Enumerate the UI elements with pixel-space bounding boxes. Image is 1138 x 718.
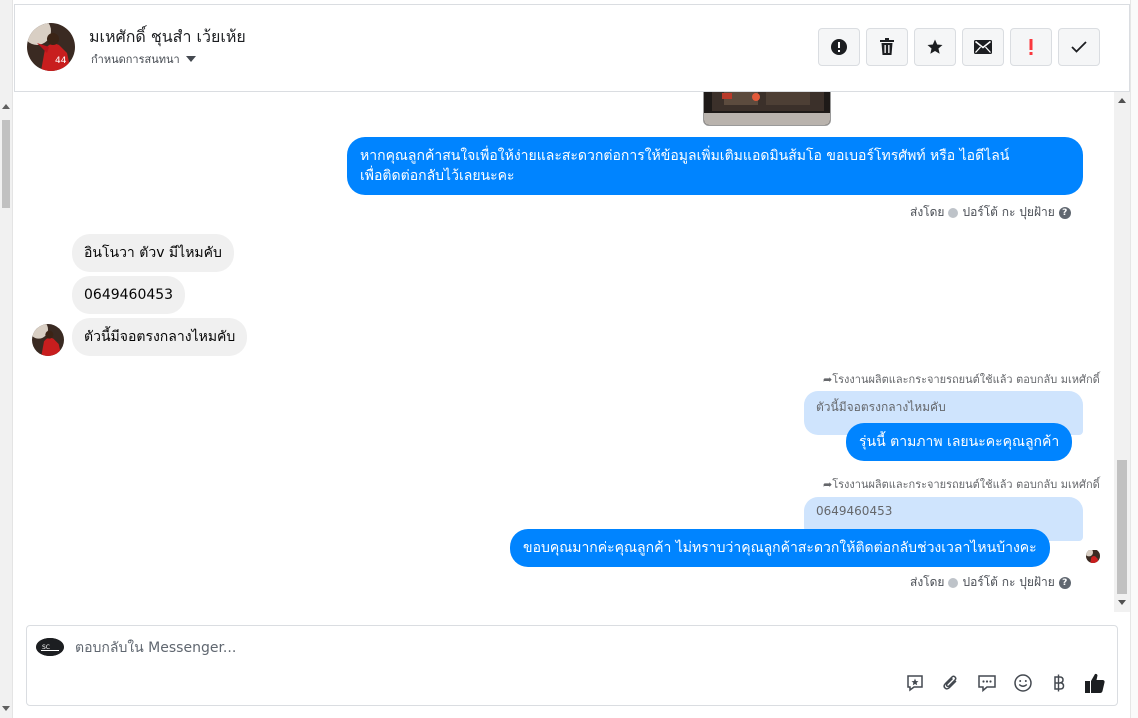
reply-context-note: ➦โรงงานผลิตและกระจายรถยนต์ใช้แล้ว ตอบกลั… [823, 475, 1100, 493]
outgoing-message[interactable]: ขอบคุณมากค่ะคุณลูกค้า ไม่ทราบว่าคุณลูกค้… [510, 529, 1050, 567]
outgoing-message[interactable]: หากคุณลูกค้าสนใจเพื่อให้ง่ายและสะดวกต่อก… [347, 137, 1083, 195]
quoted-text: ตัวนี้มีจอตรงกลางไหมคับ [816, 400, 946, 414]
incoming-message[interactable]: ตัวนี้มีจอตรงกลางไหมคับ [72, 318, 248, 356]
scroll-thumb[interactable] [1117, 460, 1127, 594]
reply-composer: SC [26, 625, 1118, 706]
message-text: หากคุณลูกค้าสนใจเพื่อให้ง่ายและสะดวกต่อก… [360, 148, 1010, 164]
saved-reply-icon [907, 675, 923, 692]
contact-avatar-small[interactable] [32, 324, 64, 356]
thread-scrollbar[interactable] [1114, 92, 1130, 612]
reply-context-note: ➦โรงงานผลิตและกระจายรถยนต์ใช้แล้ว ตอบกลั… [823, 370, 1100, 388]
mark-unread-button[interactable] [962, 28, 1004, 66]
scroll-down-arrow[interactable] [2, 706, 10, 711]
message-text: 0649460453 [84, 287, 174, 303]
attachment-icon [943, 675, 957, 690]
like-button[interactable] [1084, 672, 1106, 694]
incoming-message[interactable]: อินโนวา ตัวv มีไหมคับ [72, 234, 234, 272]
sender-name: ปอร์โต้ กะ ปุยฝ้าย [962, 205, 1055, 219]
trash-icon [880, 38, 894, 55]
saved-reply-button[interactable] [904, 672, 926, 694]
sender-name: ปอร์โต้ กะ ปุยฝ้าย [962, 575, 1055, 589]
sent-by-label: ส่งโดย [910, 205, 945, 219]
sent-by-info: ส่งโดย ปอร์โต้ กะ ปุยฝ้าย ? [910, 573, 1071, 592]
star-icon [927, 39, 943, 54]
reply-note-text: โรงงานผลิตและกระจายรถยนต์ใช้แล้ว ตอบกลับ… [832, 478, 1100, 491]
page-scrollbar[interactable] [0, 0, 13, 718]
sender-status-icon [948, 207, 959, 218]
right-gutter [1130, 0, 1138, 718]
svg-text:SC: SC [42, 644, 50, 651]
page-avatar: SC [36, 638, 64, 656]
mail-icon [974, 40, 992, 54]
contact-avatar[interactable]: 44 [27, 23, 75, 71]
message-text: อินโนวา ตัวv มีไหมคับ [84, 245, 222, 261]
seen-avatar [1086, 549, 1100, 563]
chat-icon [978, 675, 996, 693]
car-interior-image[interactable] [703, 92, 831, 126]
emoji-button[interactable] [1012, 672, 1034, 694]
mark-spam-button[interactable] [818, 28, 860, 66]
help-icon[interactable]: ? [1058, 206, 1071, 219]
scroll-down-arrow[interactable] [1118, 600, 1126, 605]
reply-input[interactable] [75, 637, 975, 659]
assign-label: กำหนดการสนทนา [91, 53, 180, 66]
like-icon [1085, 673, 1105, 693]
mark-important-button[interactable] [1010, 28, 1052, 66]
star-button[interactable] [914, 28, 956, 66]
attach-button[interactable] [940, 672, 962, 694]
sender-status-icon [948, 577, 959, 588]
quoted-text: 0649460453 [816, 504, 893, 518]
reply-note-text: โรงงานผลิตและกระจายรถยนต์ใช้แล้ว ตอบกลับ… [832, 373, 1100, 386]
message-text: ขอบคุณมากค่ะคุณลูกค้า ไม่ทราบว่าคุณลูกค้… [523, 540, 1037, 556]
incoming-message[interactable]: 0649460453 [72, 276, 186, 314]
quick-reply-button[interactable] [976, 672, 998, 694]
sent-by-info: ส่งโดย ปอร์โต้ กะ ปุยฝ้าย ? [910, 203, 1071, 222]
reply-arrow-icon: ➦ [823, 373, 833, 386]
spam-icon [831, 39, 847, 55]
baht-icon [1054, 674, 1065, 692]
help-icon[interactable]: ? [1058, 576, 1071, 589]
scroll-thumb[interactable] [2, 120, 10, 208]
contact-name: มเหศักดิ์ ชุนสำ เว้ยเห้ย [89, 27, 246, 46]
emoji-icon [1014, 674, 1032, 692]
svg-text:44: 44 [55, 56, 67, 66]
assign-conversation-dropdown[interactable]: กำหนดการสนทนา [91, 50, 196, 68]
message-text: เพื่อติดต่อกลับไว้เลยนะคะ [360, 168, 515, 184]
message-text: รุ่นนี้ ตามภาพ เลยนะคะคุณลูกค้า [859, 434, 1060, 450]
scroll-up-arrow[interactable] [1118, 98, 1126, 103]
message-thread[interactable]: หากคุณลูกค้าสนใจเพื่อให้ง่ายและสะดวกต่อก… [14, 92, 1130, 612]
scroll-up-arrow[interactable] [2, 104, 10, 109]
caret-down-icon [185, 56, 196, 62]
outgoing-message[interactable]: รุ่นนี้ ตามภาพ เลยนะคะคุณลูกค้า [846, 423, 1073, 461]
mark-done-button[interactable] [1058, 28, 1100, 66]
payment-button[interactable] [1048, 672, 1070, 694]
important-icon [1029, 39, 1033, 55]
sent-by-label: ส่งโดย [910, 575, 945, 589]
delete-button[interactable] [866, 28, 908, 66]
conversation-header: 44 มเหศักดิ์ ชุนสำ เว้ยเห้ย กำหนดการสนทน… [14, 4, 1130, 92]
message-text: ตัวนี้มีจอตรงกลางไหมคับ [84, 329, 236, 345]
done-icon [1071, 41, 1087, 53]
reply-arrow-icon: ➦ [823, 478, 833, 491]
